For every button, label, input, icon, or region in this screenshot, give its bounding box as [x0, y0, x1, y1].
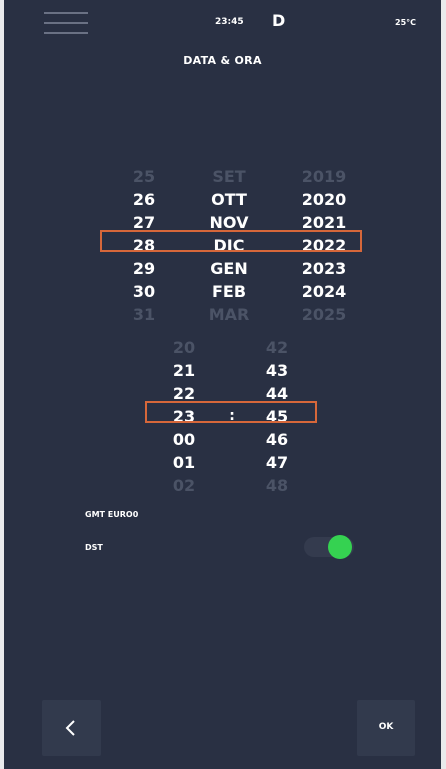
dst-toggle[interactable]: [304, 535, 354, 559]
day-option[interactable]: 26: [114, 188, 174, 211]
month-option[interactable]: MAR: [194, 303, 264, 326]
year-option[interactable]: 2025: [289, 303, 359, 326]
month-option[interactable]: OTT: [194, 188, 264, 211]
year-option[interactable]: 2024: [289, 280, 359, 303]
hour-option[interactable]: 02: [159, 474, 209, 497]
date-selection-highlight: [100, 230, 362, 252]
minute-option[interactable]: 43: [252, 359, 302, 382]
timezone-label: GMT EURO0: [85, 510, 139, 519]
month-option[interactable]: FEB: [194, 280, 264, 303]
minute-option[interactable]: 42: [252, 336, 302, 359]
day-option[interactable]: 31: [114, 303, 174, 326]
page-title: DATA & ORA: [183, 54, 262, 67]
day-option[interactable]: 29: [114, 257, 174, 280]
month-option[interactable]: GEN: [194, 257, 264, 280]
day-option[interactable]: 30: [114, 280, 174, 303]
ok-button[interactable]: OK: [357, 700, 415, 756]
hour-option[interactable]: 21: [159, 359, 209, 382]
dst-label: DST: [85, 543, 103, 552]
hour-option[interactable]: 01: [159, 451, 209, 474]
brand-logo: D: [272, 11, 286, 30]
hour-option[interactable]: 00: [159, 428, 209, 451]
hamburger-menu-icon[interactable]: [44, 10, 88, 36]
status-clock: 23:45: [215, 17, 244, 27]
month-option[interactable]: SET: [194, 165, 264, 188]
minute-option[interactable]: 46: [252, 428, 302, 451]
ok-button-label: OK: [378, 722, 394, 732]
hour-option[interactable]: 20: [159, 336, 209, 359]
minute-option[interactable]: 47: [252, 451, 302, 474]
year-option[interactable]: 2019: [289, 165, 359, 188]
year-option[interactable]: 2023: [289, 257, 359, 280]
status-temperature: 25°C: [395, 18, 417, 27]
dst-toggle-knob: [328, 535, 352, 559]
back-button[interactable]: [42, 700, 101, 756]
date-time-screen: 23:45 D 25°C DATA & ORA 25 26 27 28 29 3…: [4, 0, 441, 769]
year-option[interactable]: 2020: [289, 188, 359, 211]
minute-option[interactable]: 48: [252, 474, 302, 497]
time-selection-highlight: [145, 401, 317, 423]
chevron-left-icon: [65, 720, 75, 736]
day-option[interactable]: 25: [114, 165, 174, 188]
